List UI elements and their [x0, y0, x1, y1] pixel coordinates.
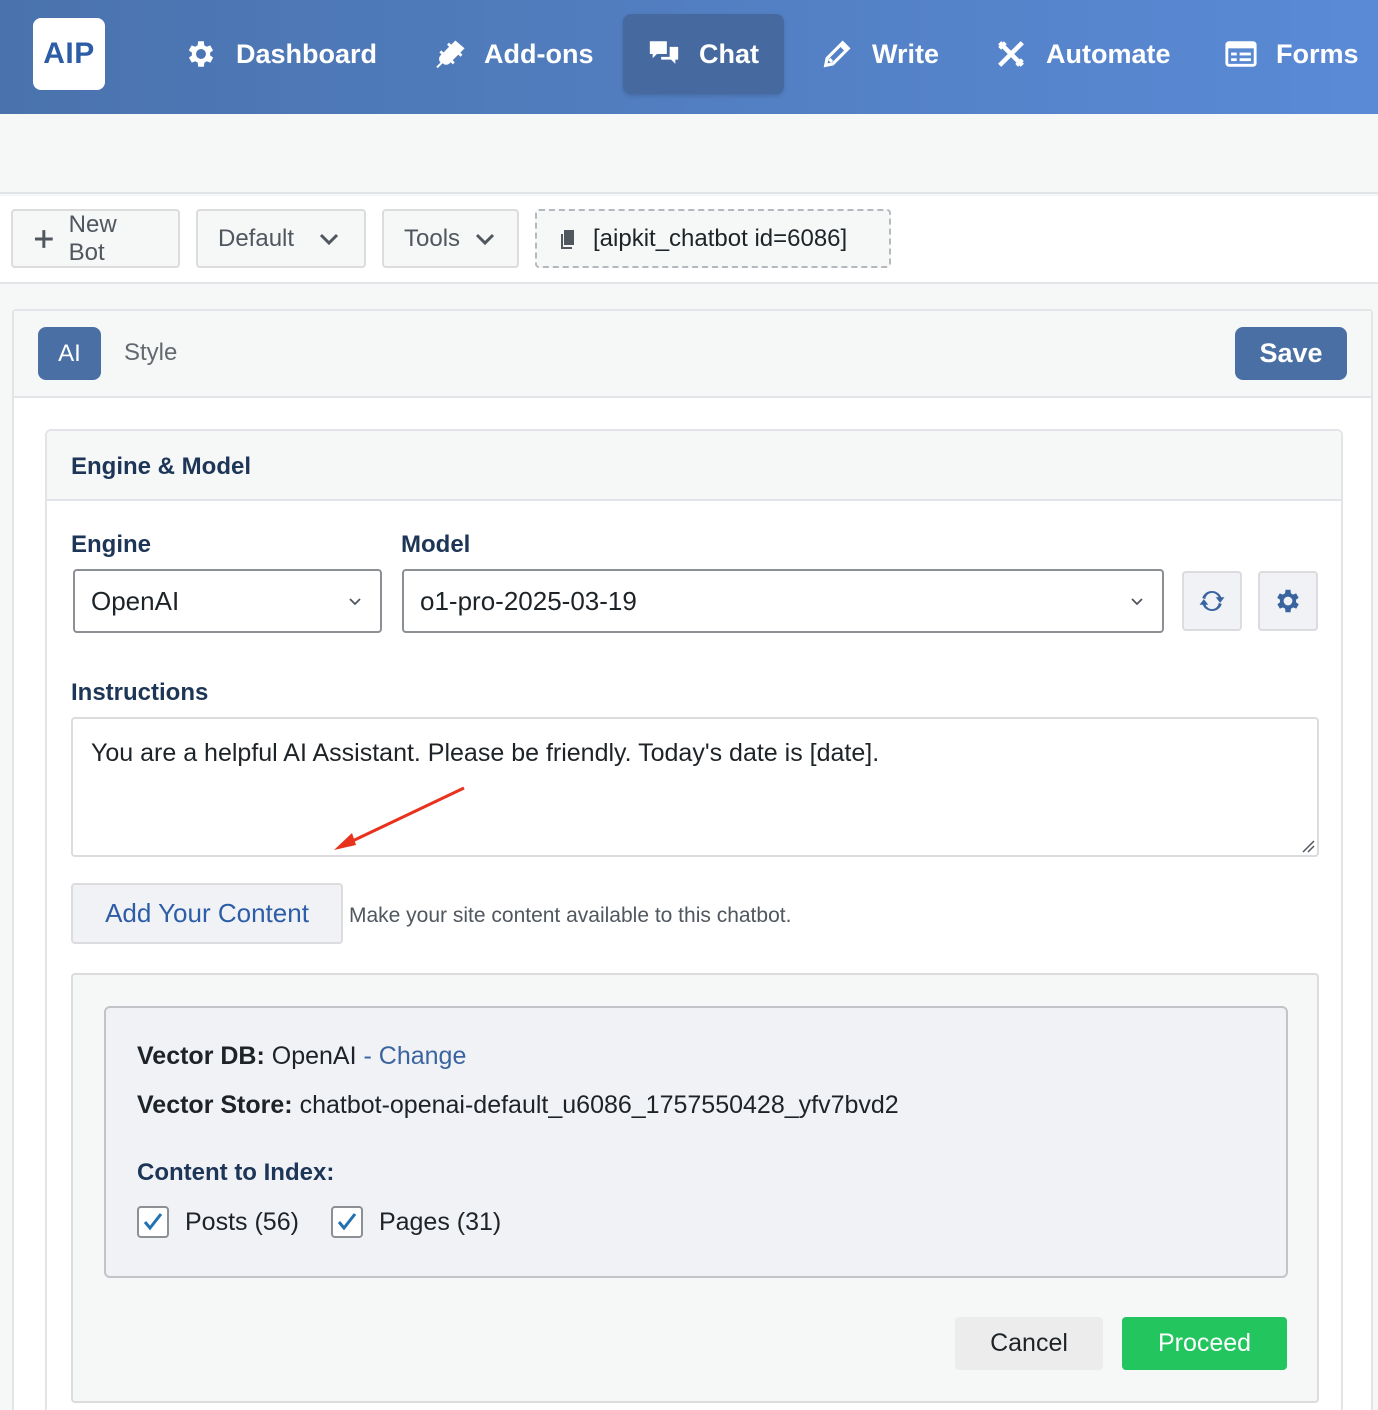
bot-select-value: Default [218, 224, 295, 252]
checkmark-icon [143, 1213, 163, 1231]
pages-checkbox[interactable] [330, 1206, 363, 1238]
nav-chat[interactable]: Chat [623, 14, 784, 94]
new-bot-button[interactable]: New Bot [11, 209, 180, 268]
vector-db-row: Vector DB: OpenAI - Change [137, 1042, 466, 1071]
app-logo[interactable]: AIP [33, 18, 105, 90]
gear-icon [188, 41, 214, 67]
form-icon [1225, 41, 1257, 67]
instructions-label: Instructions [71, 679, 209, 706]
engine-select-value: OpenAI [91, 585, 180, 616]
resize-handle-icon[interactable] [1301, 839, 1315, 853]
shortcode-copy[interactable]: [aipkit_chatbot id=6086] [535, 209, 891, 268]
model-select[interactable]: o1-pro-2025-03-19 [402, 569, 1164, 633]
gear-icon [1277, 589, 1299, 613]
nav-automate-label: Automate [1046, 38, 1171, 69]
content-to-index-label: Content to Index: [137, 1159, 335, 1186]
proceed-button[interactable]: Proceed [1122, 1317, 1287, 1370]
tab-style[interactable]: Style [124, 339, 177, 367]
nav-write-label: Write [872, 38, 940, 69]
automate-icon [998, 41, 1024, 67]
vector-config-box: Vector DB: OpenAI - Change Vector Store:… [104, 1006, 1288, 1278]
tools-dropdown[interactable]: Tools [382, 209, 519, 268]
vector-db-value: OpenAI [271, 1042, 357, 1070]
model-label: Model [401, 531, 471, 558]
add-content-description: Make your site content available to this… [349, 904, 792, 927]
chatbot-settings-panel: AI Style Save Engine & Model Engine Mode… [12, 309, 1373, 1410]
tools-label: Tools [404, 224, 461, 252]
change-vector-db-link[interactable]: - Change [364, 1042, 467, 1070]
pages-label: Pages (31) [378, 1207, 502, 1236]
sub-header-band [0, 114, 1378, 194]
bot-toolbar: New Bot Default Tools [aipkit_chatbot id… [0, 196, 1378, 284]
nav-dashboard-label: Dashboard [236, 38, 378, 69]
engine-select[interactable]: OpenAI [73, 569, 382, 633]
card-header: Engine & Model [47, 431, 1341, 501]
engine-label: Engine [71, 531, 152, 558]
vector-store-row: Vector Store: chatbot-openai-default_u60… [137, 1091, 899, 1120]
pencil-icon [823, 40, 851, 68]
chevron-down-icon [1131, 598, 1143, 606]
chat-icon [649, 41, 679, 64]
content-index-container: Vector DB: OpenAI - Change Vector Store:… [71, 973, 1319, 1403]
model-settings-button[interactable] [1258, 571, 1318, 631]
vector-db-label: Vector DB: [137, 1042, 265, 1070]
panel-header: AI Style Save [14, 311, 1371, 398]
copy-icon [561, 229, 574, 249]
add-your-content-button[interactable]: Add Your Content [71, 883, 343, 944]
card-title: Engine & Model [71, 453, 251, 480]
top-navigation: AIP Dashboard Add-ons Chat Write Automat… [0, 0, 1378, 114]
cancel-button[interactable]: Cancel [955, 1317, 1103, 1370]
vector-store-label: Vector Store: [137, 1091, 293, 1119]
nav-forms-label: Forms [1276, 38, 1359, 69]
nav-addons-label: Add-ons [484, 38, 594, 69]
vector-store-value: chatbot-openai-default_u6086_1757550428_… [299, 1091, 899, 1119]
content-type-checkboxes: Posts (56) Pages (31) [137, 1206, 501, 1238]
bot-select-dropdown[interactable]: Default [196, 209, 366, 268]
save-button[interactable]: Save [1235, 327, 1347, 380]
plug-icon [436, 40, 465, 69]
chevron-down-icon [319, 233, 339, 245]
model-select-value: o1-pro-2025-03-19 [420, 585, 637, 616]
annotation-arrow-icon [334, 786, 465, 850]
chevron-down-icon [475, 233, 495, 245]
engine-model-card: Engine & Model Engine Model OpenAI o1-pr… [45, 429, 1343, 1410]
chevron-down-icon [349, 598, 361, 606]
tab-ai[interactable]: AI [38, 327, 101, 380]
refresh-icon [1199, 590, 1225, 612]
nav-forms[interactable]: Forms [1200, 14, 1378, 94]
nav-write[interactable]: Write [796, 14, 963, 94]
plus-icon [34, 229, 53, 248]
instructions-textarea[interactable]: You are a helpful AI Assistant. Please b… [71, 717, 1319, 857]
posts-checkbox[interactable] [137, 1206, 169, 1238]
posts-label: Posts (56) [185, 1207, 299, 1236]
shortcode-text: [aipkit_chatbot id=6086] [593, 224, 848, 252]
nav-automate[interactable]: Automate [970, 14, 1195, 94]
nav-dashboard[interactable]: Dashboard [160, 14, 401, 94]
nav-addons[interactable]: Add-ons [408, 14, 617, 94]
new-bot-label: New Bot [68, 210, 117, 266]
checkmark-icon [337, 1213, 357, 1231]
instructions-text: You are a helpful AI Assistant. Please b… [91, 739, 880, 767]
nav-chat-label: Chat [699, 38, 759, 69]
refresh-models-button[interactable] [1182, 571, 1242, 631]
